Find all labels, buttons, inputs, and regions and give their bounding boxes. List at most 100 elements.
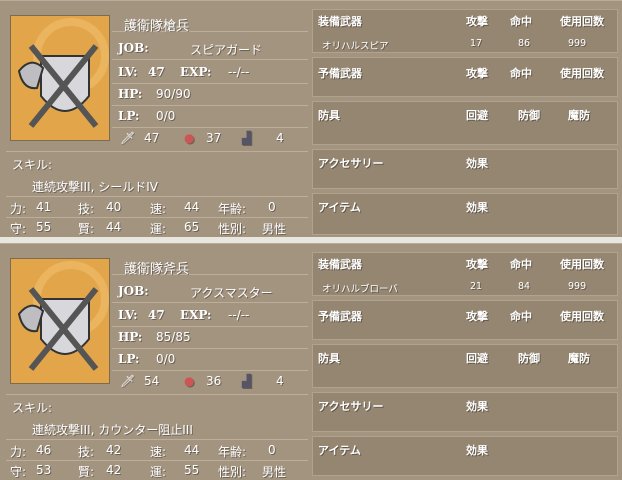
attr-skill-value: 42: [106, 443, 122, 457]
level-value: 47: [148, 65, 165, 79]
attr-age-label: 年齢:: [218, 202, 247, 216]
attr-def-value: 53: [36, 463, 52, 477]
lp-label: LP:: [118, 109, 140, 123]
equipped-weapon-hit: 84: [518, 281, 531, 292]
attr-sex-value: 男性: [262, 222, 287, 236]
skill-list: 連続攻撃III, カウンター阻止III: [32, 423, 193, 437]
weapon-col-hit: 命中: [510, 258, 532, 271]
accessory-header: アクセサリー: [318, 400, 384, 413]
exp-label: EXP:: [180, 308, 212, 322]
attr-spd-value: 44: [184, 200, 200, 214]
sub-weapon-header: 予備武器: [318, 67, 362, 80]
attr-sex-label: 性別:: [218, 222, 247, 236]
unit-portrait: [10, 15, 110, 141]
unit-name: 護衛隊斧兵: [124, 262, 190, 277]
armor-col-evade: 回避: [466, 109, 488, 122]
armor-header: 防具: [318, 352, 340, 365]
job-value: スピアガード: [190, 43, 263, 57]
skill-label: スキル:: [12, 158, 53, 172]
attr-age-value: 0: [268, 200, 276, 214]
attr-str-value: 41: [36, 200, 52, 214]
defense-value: 36: [206, 374, 222, 388]
weapon-col-attack: 攻撃: [466, 258, 488, 271]
accessory-col-effect: 効果: [466, 157, 488, 170]
weapon-col-uses: 使用回数: [560, 258, 604, 271]
item-header: アイテム: [318, 444, 361, 457]
equipped-weapon-name[interactable]: オリハルスピア: [322, 38, 389, 52]
exp-value: --/--: [228, 308, 250, 322]
accessory-col-effect: 効果: [466, 400, 488, 413]
equipped-weapon-header: 装備武器: [318, 258, 362, 271]
equipped-weapon-name[interactable]: オリハルブローバ: [322, 281, 398, 295]
hp-value: 85/85: [156, 330, 191, 344]
attr-luck-value: 65: [184, 220, 200, 234]
attr-int-value: 44: [106, 220, 122, 234]
exp-label: EXP:: [180, 65, 212, 79]
attr-luck-label: 運:: [150, 465, 167, 479]
attr-age-label: 年齢:: [218, 445, 247, 459]
sub-col-hit: 命中: [510, 310, 532, 323]
attr-def-value: 55: [36, 220, 52, 234]
lp-label: LP:: [118, 352, 140, 366]
hp-value: 90/90: [156, 87, 191, 101]
armor-col-mdef: 魔防: [568, 352, 590, 365]
attr-luck-label: 運:: [150, 222, 167, 236]
equipped-weapon-attack: 17: [470, 38, 483, 49]
attack-value: 54: [144, 374, 160, 388]
equipped-weapon-uses: 999: [568, 281, 587, 292]
lp-value: 0/0: [156, 109, 176, 123]
attr-def-label: 守:: [10, 465, 27, 479]
level-label: LV:: [118, 308, 138, 322]
weapon-col-uses: 使用回数: [560, 15, 604, 28]
attr-int-label: 賢:: [78, 465, 95, 479]
job-label: JOB:: [118, 284, 149, 298]
sword-icon: 🗡: [120, 374, 136, 388]
boot-icon: ▟: [242, 374, 252, 388]
unit-panel-2: 護衛隊斧兵 JOB: アクスマスター LV: 47 EXP: --/-- HP:…: [0, 243, 622, 480]
exp-value: --/--: [228, 65, 250, 79]
attr-str-label: 力:: [10, 202, 27, 216]
shield-crossed-axes-icon: [17, 261, 109, 371]
move-value: 4: [276, 131, 284, 145]
attr-spd-label: 速:: [150, 445, 167, 459]
attr-sex-value: 男性: [262, 465, 287, 479]
attr-int-value: 42: [106, 463, 122, 477]
weapon-col-attack: 攻撃: [466, 15, 488, 28]
sub-col-attack: 攻撃: [466, 67, 488, 80]
unit-panel-1: 護衛隊槍兵 JOB: スピアガード LV: 47 EXP: --/-- HP: …: [0, 0, 622, 237]
unit-portrait: [10, 258, 110, 384]
defense-value: 37: [206, 131, 222, 145]
attr-age-value: 0: [268, 443, 276, 457]
armor-col-defense: 防御: [518, 352, 540, 365]
lp-value: 0/0: [156, 352, 176, 366]
job-label: JOB:: [118, 41, 149, 55]
attr-str-label: 力:: [10, 445, 27, 459]
level-label: LV:: [118, 65, 138, 79]
armor-col-mdef: 魔防: [568, 109, 590, 122]
sub-weapon-header: 予備武器: [318, 310, 362, 323]
accessory-header: アクセサリー: [318, 157, 384, 170]
armor-col-evade: 回避: [466, 352, 488, 365]
sub-col-hit: 命中: [510, 67, 532, 80]
move-value: 4: [276, 374, 284, 388]
attr-def-label: 守:: [10, 222, 27, 236]
attr-spd-label: 速:: [150, 202, 167, 216]
item-header: アイテム: [318, 201, 361, 214]
sword-icon: 🗡: [120, 131, 136, 145]
item-col-effect: 効果: [466, 444, 488, 457]
job-value: アクスマスター: [190, 286, 273, 300]
armor-col-defense: 防御: [518, 109, 540, 122]
hp-label: HP:: [118, 87, 143, 101]
shield-crossed-axes-icon: [17, 18, 109, 128]
equipped-weapon-hit: 86: [518, 38, 531, 49]
attr-luck-value: 55: [184, 463, 200, 477]
skill-list: 連続攻撃III, シールドIV: [32, 180, 158, 194]
shield-round-icon: ●: [184, 131, 195, 145]
sub-col-uses: 使用回数: [560, 67, 604, 80]
attr-sex-label: 性別:: [218, 465, 247, 479]
attr-int-label: 賢:: [78, 222, 95, 236]
item-col-effect: 効果: [466, 201, 488, 214]
skill-label: スキル:: [12, 401, 53, 415]
unit-name: 護衛隊槍兵: [124, 19, 190, 34]
sub-col-attack: 攻撃: [466, 310, 488, 323]
